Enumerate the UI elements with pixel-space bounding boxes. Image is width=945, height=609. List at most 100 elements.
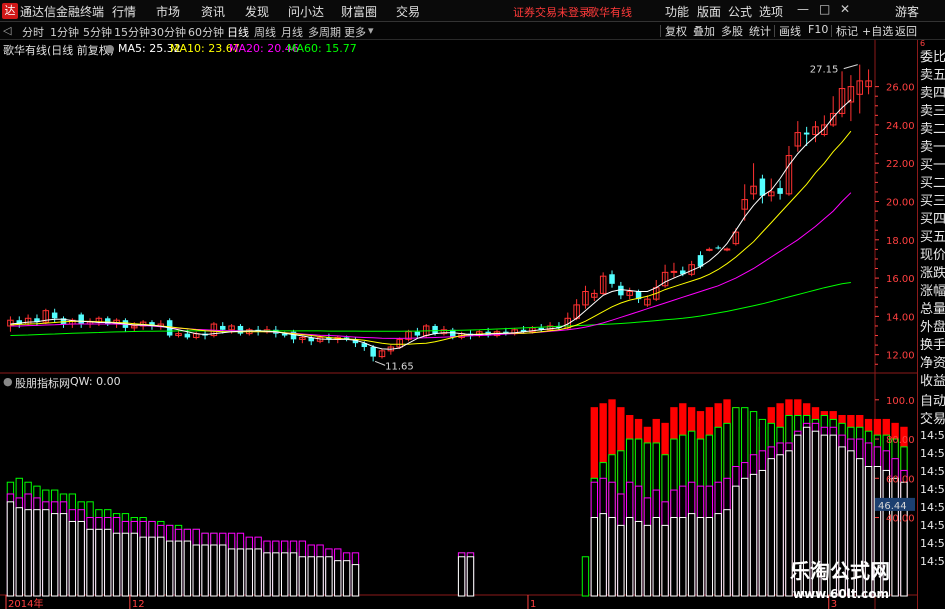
moving-average-lines	[10, 99, 852, 350]
menu-item-functions[interactable]: 功能	[665, 3, 689, 20]
add-watchlist-button[interactable]: +自选	[860, 23, 895, 39]
candle-body	[370, 347, 376, 357]
indicator-bar-white	[723, 509, 731, 597]
login-status[interactable]: 证券交易未登录	[513, 4, 590, 20]
f10-button[interactable]: F10	[806, 23, 830, 39]
panel-item[interactable]: 14:56	[920, 536, 945, 552]
indicator-bar-white	[245, 548, 253, 597]
period-tab-15min[interactable]: 15分钟	[114, 24, 150, 40]
settings-circle-icon[interactable]: ●	[105, 42, 115, 55]
return-button[interactable]: 返回	[893, 23, 919, 39]
panel-item[interactable]: 14:56	[920, 446, 945, 462]
panel-item[interactable]: 买三	[920, 194, 945, 210]
ma60-value: MA60: 15.77	[287, 42, 357, 55]
panel-item[interactable]: 自动	[920, 394, 945, 410]
panel-item[interactable]: 交易	[920, 412, 945, 428]
panel-item[interactable]: 买一	[920, 158, 945, 174]
period-tab-weekly[interactable]: 周线	[254, 24, 276, 40]
indicator-bar-white	[201, 544, 209, 597]
panel-item[interactable]: 委比	[920, 50, 945, 66]
close-icon[interactable]: ✕	[840, 2, 850, 16]
menu-item-market[interactable]: 市场	[156, 3, 180, 20]
guest-label[interactable]: 游客	[895, 3, 919, 20]
menu-item-layout[interactable]: 版面	[697, 3, 721, 20]
date-label: 12	[132, 599, 145, 609]
statistics-button[interactable]: 统计	[747, 23, 773, 39]
panel-item[interactable]: 14:56	[920, 518, 945, 534]
panel-item[interactable]: 涨幅	[920, 284, 945, 300]
period-tab-5min[interactable]: 5分钟	[83, 24, 112, 40]
period-tab-60min[interactable]: 60分钟	[188, 24, 224, 40]
panel-item[interactable]: 14:56	[920, 500, 945, 516]
draw-line-button[interactable]: 画线	[777, 23, 803, 39]
indicator-bar-white	[254, 548, 262, 597]
menu-item-ask[interactable]: 问小达	[288, 3, 324, 20]
date-label: 1	[530, 599, 536, 609]
period-tab-monthly[interactable]: 月线	[281, 24, 303, 40]
indicator-bar-white	[767, 458, 775, 597]
chart-area[interactable]: 26.00 24.00 22.00 20.00 18.00 16.00 14.00 12.00…	[0, 40, 917, 609]
indicator-bar-white	[219, 544, 227, 597]
panel-item[interactable]: 总量	[920, 302, 945, 318]
maximize-icon[interactable]: □	[819, 2, 830, 16]
indicator-bar-white	[165, 540, 174, 597]
panel-item[interactable]: 外盘	[920, 320, 945, 336]
period-tab-daily[interactable]: 日线	[227, 24, 249, 40]
menu-item-news[interactable]: 资讯	[201, 3, 225, 20]
price-tick-label: 26.00	[886, 83, 915, 94]
indicator-bar-white	[298, 556, 307, 597]
period-tab-multi[interactable]: 多周期	[308, 24, 341, 40]
mark-button[interactable]: 标记	[834, 23, 860, 39]
panel-item[interactable]: 买四	[920, 212, 945, 228]
candle-body	[706, 248, 713, 251]
panel-item[interactable]: 14:56	[920, 482, 945, 498]
period-tab-30min[interactable]: 30分钟	[150, 24, 186, 40]
toolbar-back-icon[interactable]: ◁	[3, 24, 11, 37]
candle-body	[723, 248, 731, 251]
panel-item[interactable]: 收益	[920, 374, 945, 390]
panel-item[interactable]: 买二	[920, 176, 945, 192]
indicator-bar-white	[24, 509, 32, 597]
panel-item[interactable]: 现价	[920, 248, 945, 264]
overlay-button[interactable]: 叠加	[691, 23, 717, 39]
panel-item[interactable]: 14:56	[920, 464, 945, 480]
period-tab-intraday[interactable]: 分时	[22, 24, 44, 40]
indicator-value: QW: 0.00	[70, 375, 121, 388]
menu-item-options[interactable]: 选项	[759, 3, 783, 20]
candle-body	[51, 312, 58, 319]
menu-item-quotes[interactable]: 行情	[112, 3, 136, 20]
indicator-bar-white	[457, 556, 466, 597]
indicator-bar-white	[643, 524, 652, 597]
panel-item[interactable]: 买五	[920, 230, 945, 246]
panel-item[interactable]: 卖二	[920, 122, 945, 138]
panel-item[interactable]: 净资	[920, 356, 945, 372]
menu-item-wealth-circle[interactable]: 财富圈	[341, 3, 377, 20]
minimize-icon[interactable]: —	[797, 2, 809, 16]
panel-item[interactable]: 涨跌	[920, 266, 945, 282]
panel-item[interactable]: 卖一	[920, 140, 945, 156]
panel-item[interactable]: 卖五	[920, 68, 945, 84]
indicator-tick-label: 80.00	[886, 435, 915, 446]
adjust-button[interactable]: 复权	[663, 23, 689, 39]
panel-item[interactable]: 卖四	[920, 86, 945, 102]
period-tab-more[interactable]: 更多	[344, 24, 366, 40]
menu-item-discover[interactable]: 发现	[245, 3, 269, 20]
period-tab-1min[interactable]: 1分钟	[50, 24, 79, 40]
indicator-bar-white	[325, 556, 333, 597]
more-chevron-icon[interactable]: ▾	[368, 24, 374, 37]
indicator-bar-white	[68, 520, 77, 597]
menu-item-formula[interactable]: 公式	[728, 3, 752, 20]
menu-item-trade[interactable]: 交易	[396, 3, 420, 20]
indicator-bar-white	[608, 517, 616, 597]
candle-body	[670, 270, 678, 273]
multi-stock-button[interactable]: 多股	[719, 23, 745, 39]
indicator-bar-white	[192, 544, 200, 597]
indicator-settings-icon[interactable]: ●	[3, 375, 13, 388]
indicator-bar-white	[139, 536, 147, 597]
panel-item[interactable]: 14:56	[920, 554, 945, 570]
panel-item[interactable]: 换手	[920, 338, 945, 354]
indicator-bar-white	[732, 485, 740, 597]
panel-item[interactable]: 14:56	[920, 428, 945, 444]
panel-item[interactable]: 卖三	[920, 104, 945, 120]
indicator-bar-white	[466, 556, 475, 597]
